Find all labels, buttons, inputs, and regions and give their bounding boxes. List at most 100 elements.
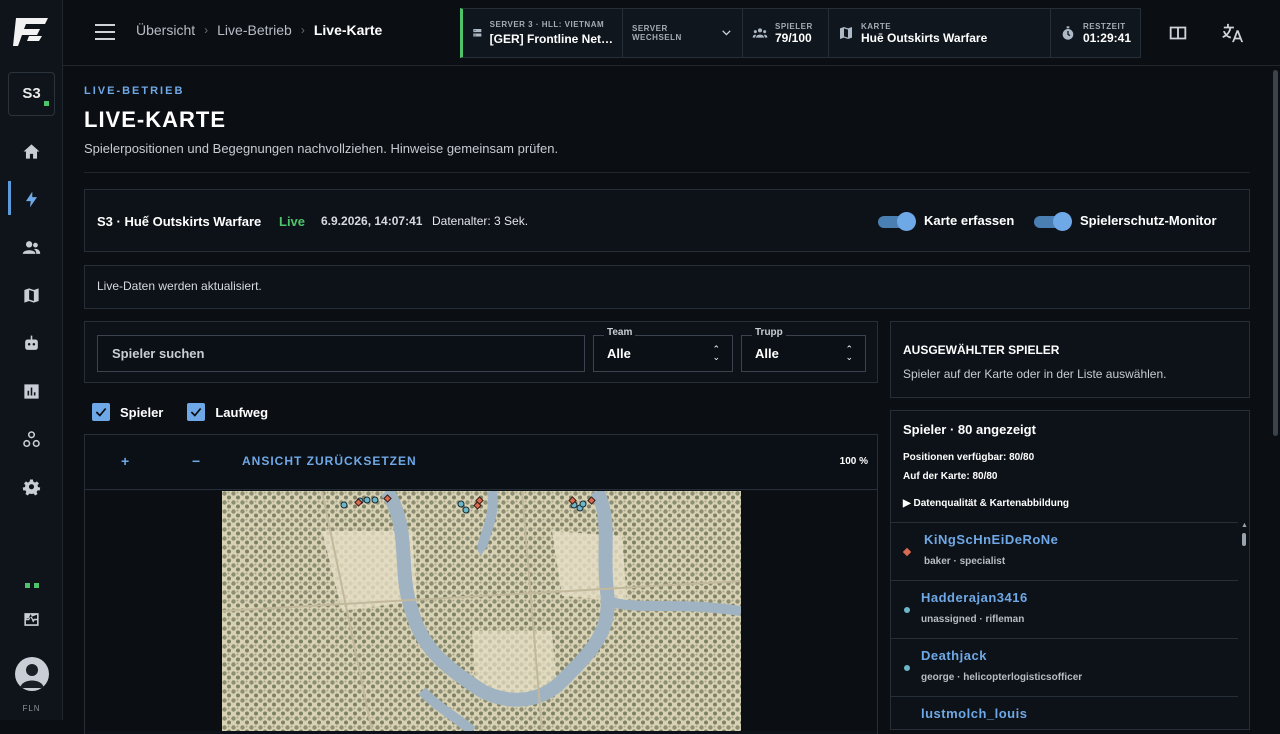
- webhook-icon: [23, 430, 40, 447]
- breadcrumb-current: Live-Karte: [313, 22, 383, 38]
- server-segment[interactable]: SERVER 3 · HLL: VIETNAM [GER] Frontline …: [463, 9, 623, 57]
- nav-home[interactable]: [0, 131, 63, 171]
- player-markers[interactable]: [222, 491, 741, 731]
- path-checkbox[interactable]: [187, 403, 206, 421]
- chevron-right-icon: ›: [204, 23, 209, 37]
- scrollbar-thumb[interactable]: [1242, 533, 1246, 546]
- player-name: Deathjack: [921, 648, 987, 663]
- player-detail: baker · specialist: [924, 556, 1006, 567]
- players-value: 79/100: [775, 30, 812, 45]
- list-item[interactable]: lustmolch_louis: [891, 697, 1238, 732]
- positions-available: Positionen verfügbar: 80/80: [903, 452, 1035, 463]
- list-item[interactable]: KiNgScHnEiDeRoNe baker · specialist: [891, 523, 1238, 581]
- nav-settings[interactable]: [0, 467, 63, 507]
- nav-bot[interactable]: [0, 323, 63, 363]
- page-scrollbar-thumb[interactable]: [1273, 70, 1278, 436]
- layer-checkboxes: Spieler Laufweg: [92, 403, 268, 421]
- user-icon: [20, 664, 44, 688]
- map-icon: [24, 287, 39, 303]
- reset-view-button[interactable]: ANSICHT ZURÜCKSETZEN: [242, 454, 417, 468]
- players-label: SPIELER: [775, 21, 813, 31]
- robot-icon: [25, 335, 38, 350]
- squad-select[interactable]: Trupp Alle ⌃ ⌄: [741, 327, 866, 372]
- players-checkbox[interactable]: [92, 403, 110, 421]
- player-list: KiNgScHnEiDeRoNe baker · specialist Hadd…: [891, 522, 1238, 732]
- scroll-up-icon: ▲: [1241, 522, 1248, 529]
- page-subtitle: Spielerpositionen und Begegnungen nachvo…: [84, 141, 559, 156]
- zoom-in-button[interactable]: +: [121, 453, 129, 469]
- list-item[interactable]: Deathjack george · helicopterlogisticsof…: [891, 639, 1238, 697]
- player-search-input[interactable]: Spieler suchen: [97, 335, 585, 372]
- live-notice: Live-Daten werden aktualisiert.: [84, 265, 1250, 309]
- data-age: Datenalter: 3 Sek.: [432, 214, 529, 228]
- updown-icon: ⌃ ⌄: [845, 344, 853, 362]
- player-protection-label: Spielerschutz-Monitor: [1080, 213, 1217, 228]
- server-badge[interactable]: S3: [8, 72, 55, 116]
- app-logo[interactable]: [12, 12, 52, 52]
- data-quality-toggle[interactable]: ▶ Datenqualität & Kartenabbildung: [903, 498, 1069, 509]
- page-title: LIVE-KARTE: [84, 107, 226, 132]
- map-segment: KARTE Huē Outskirts Warfare: [829, 9, 1051, 57]
- map-icon: [840, 27, 852, 39]
- server-name: [GER] Frontline Net…: [489, 32, 613, 46]
- map-controls: + − ANSICHT ZURÜCKSETZEN 100 %: [85, 435, 877, 490]
- server-label: SERVER 3 · HLL: VIETNAM: [489, 20, 605, 29]
- server-status-bar: SERVER 3 · HLL: VIETNAM [GER] Frontline …: [460, 8, 1141, 58]
- menu-icon[interactable]: [95, 24, 115, 40]
- players-segment: SPIELER 79/100: [743, 9, 829, 57]
- selected-player-heading: AUSGEWÄHLTER SPIELER: [903, 343, 1060, 357]
- status-dots: [25, 583, 39, 588]
- player-name: Hadderajan3416: [921, 590, 1028, 605]
- server-online-dot: [44, 101, 49, 106]
- sidebar: S3 FLN: [0, 0, 63, 720]
- nav-live[interactable]: [0, 179, 63, 219]
- time-segment: RESTZEIT 01:29:41: [1051, 9, 1140, 57]
- panel-toggle-button[interactable]: [1167, 22, 1189, 44]
- player-list-panel: Spieler · 80 angezeigt Positionen verfüg…: [890, 410, 1250, 730]
- page-scrollbar[interactable]: [1271, 66, 1279, 720]
- session-info-bar: S3 · Huế Outskirts Warfare Live 6.9.2026…: [84, 189, 1250, 252]
- users-icon: [752, 28, 768, 38]
- allies-marker-icon: [904, 607, 910, 613]
- map-panel: + − ANSICHT ZURÜCKSETZEN 100 %: [84, 434, 878, 734]
- players-checkbox-label: Spieler: [120, 404, 164, 420]
- server-switch-label: SERVER WECHSELN: [632, 24, 682, 42]
- live-badge: Live: [279, 214, 306, 229]
- map-canvas[interactable]: [85, 491, 877, 731]
- nav-monitor[interactable]: [0, 599, 63, 639]
- nav-players[interactable]: [0, 227, 63, 267]
- nav-webhooks[interactable]: [0, 419, 63, 459]
- breadcrumb-live[interactable]: Live-Betrieb: [217, 22, 292, 38]
- squad-select-label: Trupp: [752, 327, 786, 338]
- user-avatar[interactable]: [15, 657, 49, 691]
- zoom-out-button[interactable]: −: [192, 453, 200, 469]
- player-protection-toggle[interactable]: [1034, 211, 1072, 231]
- breadcrumb: Übersicht › Live-Betrieb › Live-Karte: [136, 22, 382, 38]
- zoom-level: 100 %: [839, 456, 868, 467]
- list-item[interactable]: Hadderajan3416 unassigned · rifleman: [891, 581, 1238, 639]
- time-label: RESTZEIT: [1082, 21, 1126, 31]
- allies-marker-icon: [904, 665, 910, 671]
- page-eyebrow: LIVE-BETRIEB: [84, 85, 185, 97]
- team-select[interactable]: Team Alle ⌃ ⌄: [593, 327, 733, 372]
- breadcrumb-overview[interactable]: Übersicht: [136, 22, 195, 38]
- team-select-label: Team: [604, 327, 636, 338]
- server-badge-label: S3: [22, 85, 41, 102]
- map-label: KARTE: [861, 21, 892, 31]
- selected-player-hint: Spieler auf der Karte oder in der Liste …: [903, 367, 1167, 381]
- nav-maps[interactable]: [0, 275, 63, 315]
- nav-stats[interactable]: [0, 371, 63, 411]
- footer-label: FLN: [22, 704, 41, 713]
- server-switch-button[interactable]: SERVER WECHSELN: [623, 9, 743, 57]
- language-button[interactable]: [1222, 22, 1244, 44]
- users-icon: [22, 240, 41, 254]
- home-icon: [23, 143, 40, 159]
- topbar: Übersicht › Live-Betrieb › Live-Karte SE…: [63, 0, 1280, 66]
- pulse-icon: [24, 612, 39, 626]
- player-list-scrollbar[interactable]: ▲: [1240, 522, 1248, 727]
- session-map: S3 · Huế Outskirts Warfare: [97, 214, 262, 229]
- capture-map-toggle[interactable]: [878, 211, 916, 231]
- player-name: lustmolch_louis: [921, 706, 1028, 721]
- updown-icon: ⌃ ⌄: [712, 344, 720, 362]
- player-list-heading: Spieler · 80 angezeigt: [903, 422, 1036, 437]
